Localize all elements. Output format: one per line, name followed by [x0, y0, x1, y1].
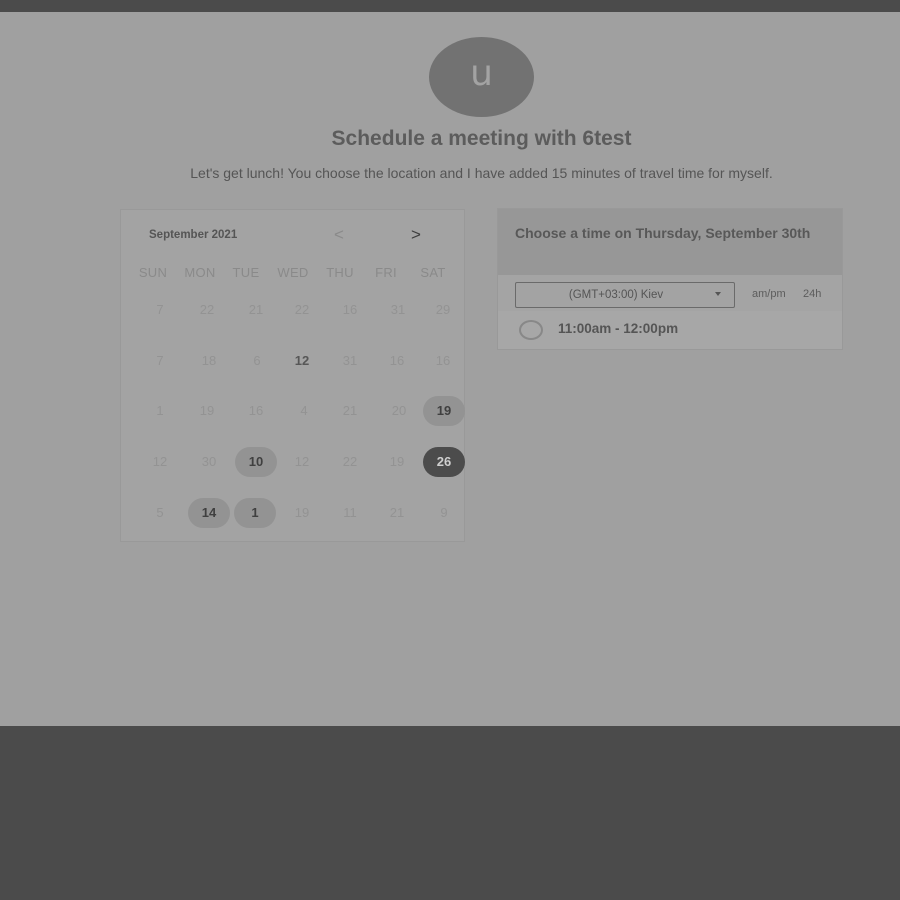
calendar-day-available[interactable]: 12 — [281, 346, 323, 376]
calendar-day-selected[interactable]: 26 — [423, 447, 465, 477]
calendar-day: 7 — [156, 353, 164, 368]
calendar-day-available[interactable]: 14 — [188, 498, 230, 528]
format-ampm-toggle[interactable]: am/pm — [752, 288, 786, 300]
calendar-day: 31 — [390, 302, 406, 317]
calendar-day: 21 — [248, 302, 264, 317]
calendar-month-label: September 2021 — [149, 229, 238, 241]
weekday-sat: SAT — [420, 265, 446, 280]
calendar-day: 29 — [435, 302, 451, 317]
calendar-day: 12 — [152, 454, 168, 469]
calendar-day-available[interactable]: 10 — [235, 447, 277, 477]
weekday-fri: FRI — [375, 265, 397, 280]
time-slot[interactable]: 11:00am - 12:00pm — [498, 311, 842, 349]
calendar-day: 16 — [435, 353, 451, 368]
calendar-day: 18 — [201, 353, 217, 368]
time-panel: Choose a time on Thursday, September 30t… — [497, 208, 843, 350]
calendar-day: 22 — [294, 302, 310, 317]
calendar-day: 16 — [389, 353, 405, 368]
scheduling-page: u Schedule a meeting with 6test Let's ge… — [0, 12, 900, 726]
calendar-day: 16 — [342, 302, 358, 317]
caret-down-icon — [715, 292, 721, 296]
calendar-day: 19 — [199, 403, 215, 418]
timezone-select[interactable]: (GMT+03:00) Kiev — [515, 282, 735, 308]
calendar-day: 1 — [156, 403, 164, 418]
calendar-day: 9 — [440, 505, 448, 520]
weekday-mon: MON — [184, 265, 216, 280]
calendar-day: 12 — [294, 454, 310, 469]
weekday-sun: SUN — [138, 265, 168, 280]
next-month-icon[interactable]: > — [411, 225, 421, 245]
calendar-day: 4 — [300, 403, 308, 418]
page-subtitle: Let's get lunch! You choose the location… — [190, 165, 773, 181]
page-title: Schedule a meeting with 6test — [331, 127, 632, 150]
calendar-day: 5 — [156, 505, 164, 520]
calendar-day: 20 — [391, 403, 407, 418]
top-bar — [0, 0, 900, 12]
calendar-day: 11 — [343, 505, 357, 520]
weekday-wed: WED — [277, 265, 309, 280]
time-panel-header: Choose a time on Thursday, September 30t… — [498, 209, 842, 275]
calendar-day: 22 — [199, 302, 215, 317]
calendar-day: 21 — [342, 403, 358, 418]
calendar-day: 22 — [342, 454, 358, 469]
time-slot-label: 11:00am - 12:00pm — [558, 321, 679, 336]
time-panel-heading: Choose a time on Thursday, September 30t… — [515, 225, 811, 241]
weekday-thu: THU — [326, 265, 354, 280]
calendar-day: 30 — [201, 454, 217, 469]
calendar-day-available[interactable]: 1 — [234, 498, 276, 528]
footer-area — [0, 726, 900, 900]
avatar: u — [429, 37, 534, 117]
calendar-day: 19 — [294, 505, 310, 520]
calendar-day: 19 — [389, 454, 405, 469]
calendar-day: 6 — [253, 353, 261, 368]
calendar-day-available[interactable]: 19 — [423, 396, 465, 426]
calendar-day: 21 — [389, 505, 405, 520]
calendar-day: 16 — [248, 403, 264, 418]
prev-month-icon[interactable]: < — [334, 225, 344, 245]
calendar: September 2021 < > SUN MON TUE WED THU F… — [120, 209, 465, 542]
radio-icon[interactable] — [519, 320, 543, 340]
calendar-day: 7 — [156, 302, 164, 317]
weekday-tue: TUE — [232, 265, 260, 280]
calendar-day: 31 — [342, 353, 358, 368]
timezone-value: (GMT+03:00) Kiev — [568, 289, 664, 301]
format-24h-toggle[interactable]: 24h — [803, 288, 821, 300]
